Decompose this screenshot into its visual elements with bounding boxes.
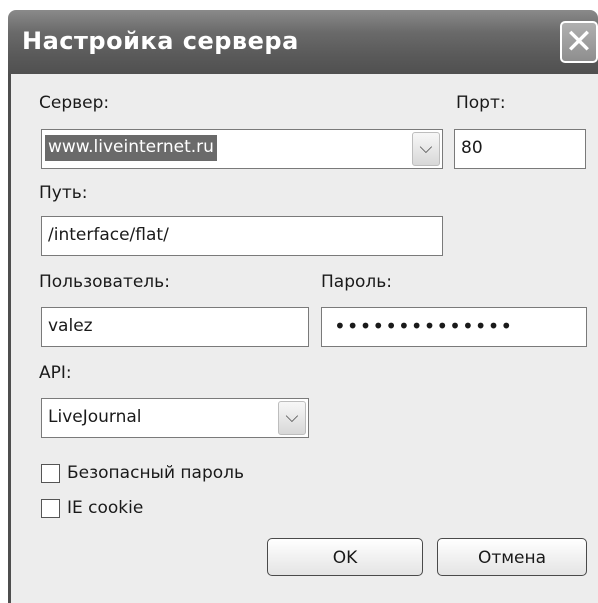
user-input[interactable]: valez: [41, 307, 309, 347]
secure-password-checkbox[interactable]: [41, 464, 60, 483]
ie-cookie-label[interactable]: IE cookie: [67, 498, 143, 518]
chevron-down-icon: ⌵: [285, 407, 299, 427]
api-select[interactable]: LiveJournal ⌵: [41, 398, 309, 438]
close-button[interactable]: ✕: [560, 21, 598, 63]
ok-button-label: OK: [332, 548, 358, 568]
ie-cookie-checkbox[interactable]: [41, 499, 60, 518]
api-dropdown-button[interactable]: ⌵: [278, 401, 306, 435]
chevron-down-icon: ⌵: [419, 138, 433, 158]
password-label: Пароль:: [321, 272, 393, 292]
dialog-body: Сервер: Порт: www.liveinternet.ru ⌵ 80 П…: [8, 74, 598, 603]
path-label: Путь:: [39, 183, 88, 203]
server-label: Сервер:: [39, 93, 110, 113]
server-settings-dialog: Настройка сервера ✕ Сервер: Порт: www.li…: [8, 10, 598, 603]
cancel-button-label: Отмена: [477, 548, 547, 568]
path-input[interactable]: /interface/flat/: [41, 216, 443, 256]
secure-password-label[interactable]: Безопасный пароль: [67, 463, 244, 483]
password-input[interactable]: ••••••••••••••: [321, 307, 587, 347]
server-value: www.liveinternet.ru: [45, 135, 217, 161]
top-strip: [0, 0, 598, 10]
cancel-button[interactable]: Отмена: [437, 538, 587, 576]
api-value: LiveJournal: [48, 407, 142, 427]
ok-button[interactable]: OK: [267, 538, 423, 576]
port-label: Порт:: [456, 93, 506, 113]
close-icon: ✕: [564, 22, 594, 62]
user-label: Пользователь:: [39, 272, 170, 292]
server-select[interactable]: www.liveinternet.ru ⌵: [41, 129, 443, 169]
port-value: 80: [461, 138, 483, 158]
path-value: /interface/flat/: [48, 225, 169, 245]
title-bar[interactable]: Настройка сервера ✕: [8, 10, 598, 74]
password-value: ••••••••••••••: [334, 314, 514, 338]
user-value: valez: [48, 316, 93, 336]
window-title: Настройка сервера: [22, 27, 299, 55]
server-dropdown-button[interactable]: ⌵: [412, 132, 440, 166]
api-label: API:: [39, 363, 72, 383]
port-input[interactable]: 80: [454, 129, 586, 169]
